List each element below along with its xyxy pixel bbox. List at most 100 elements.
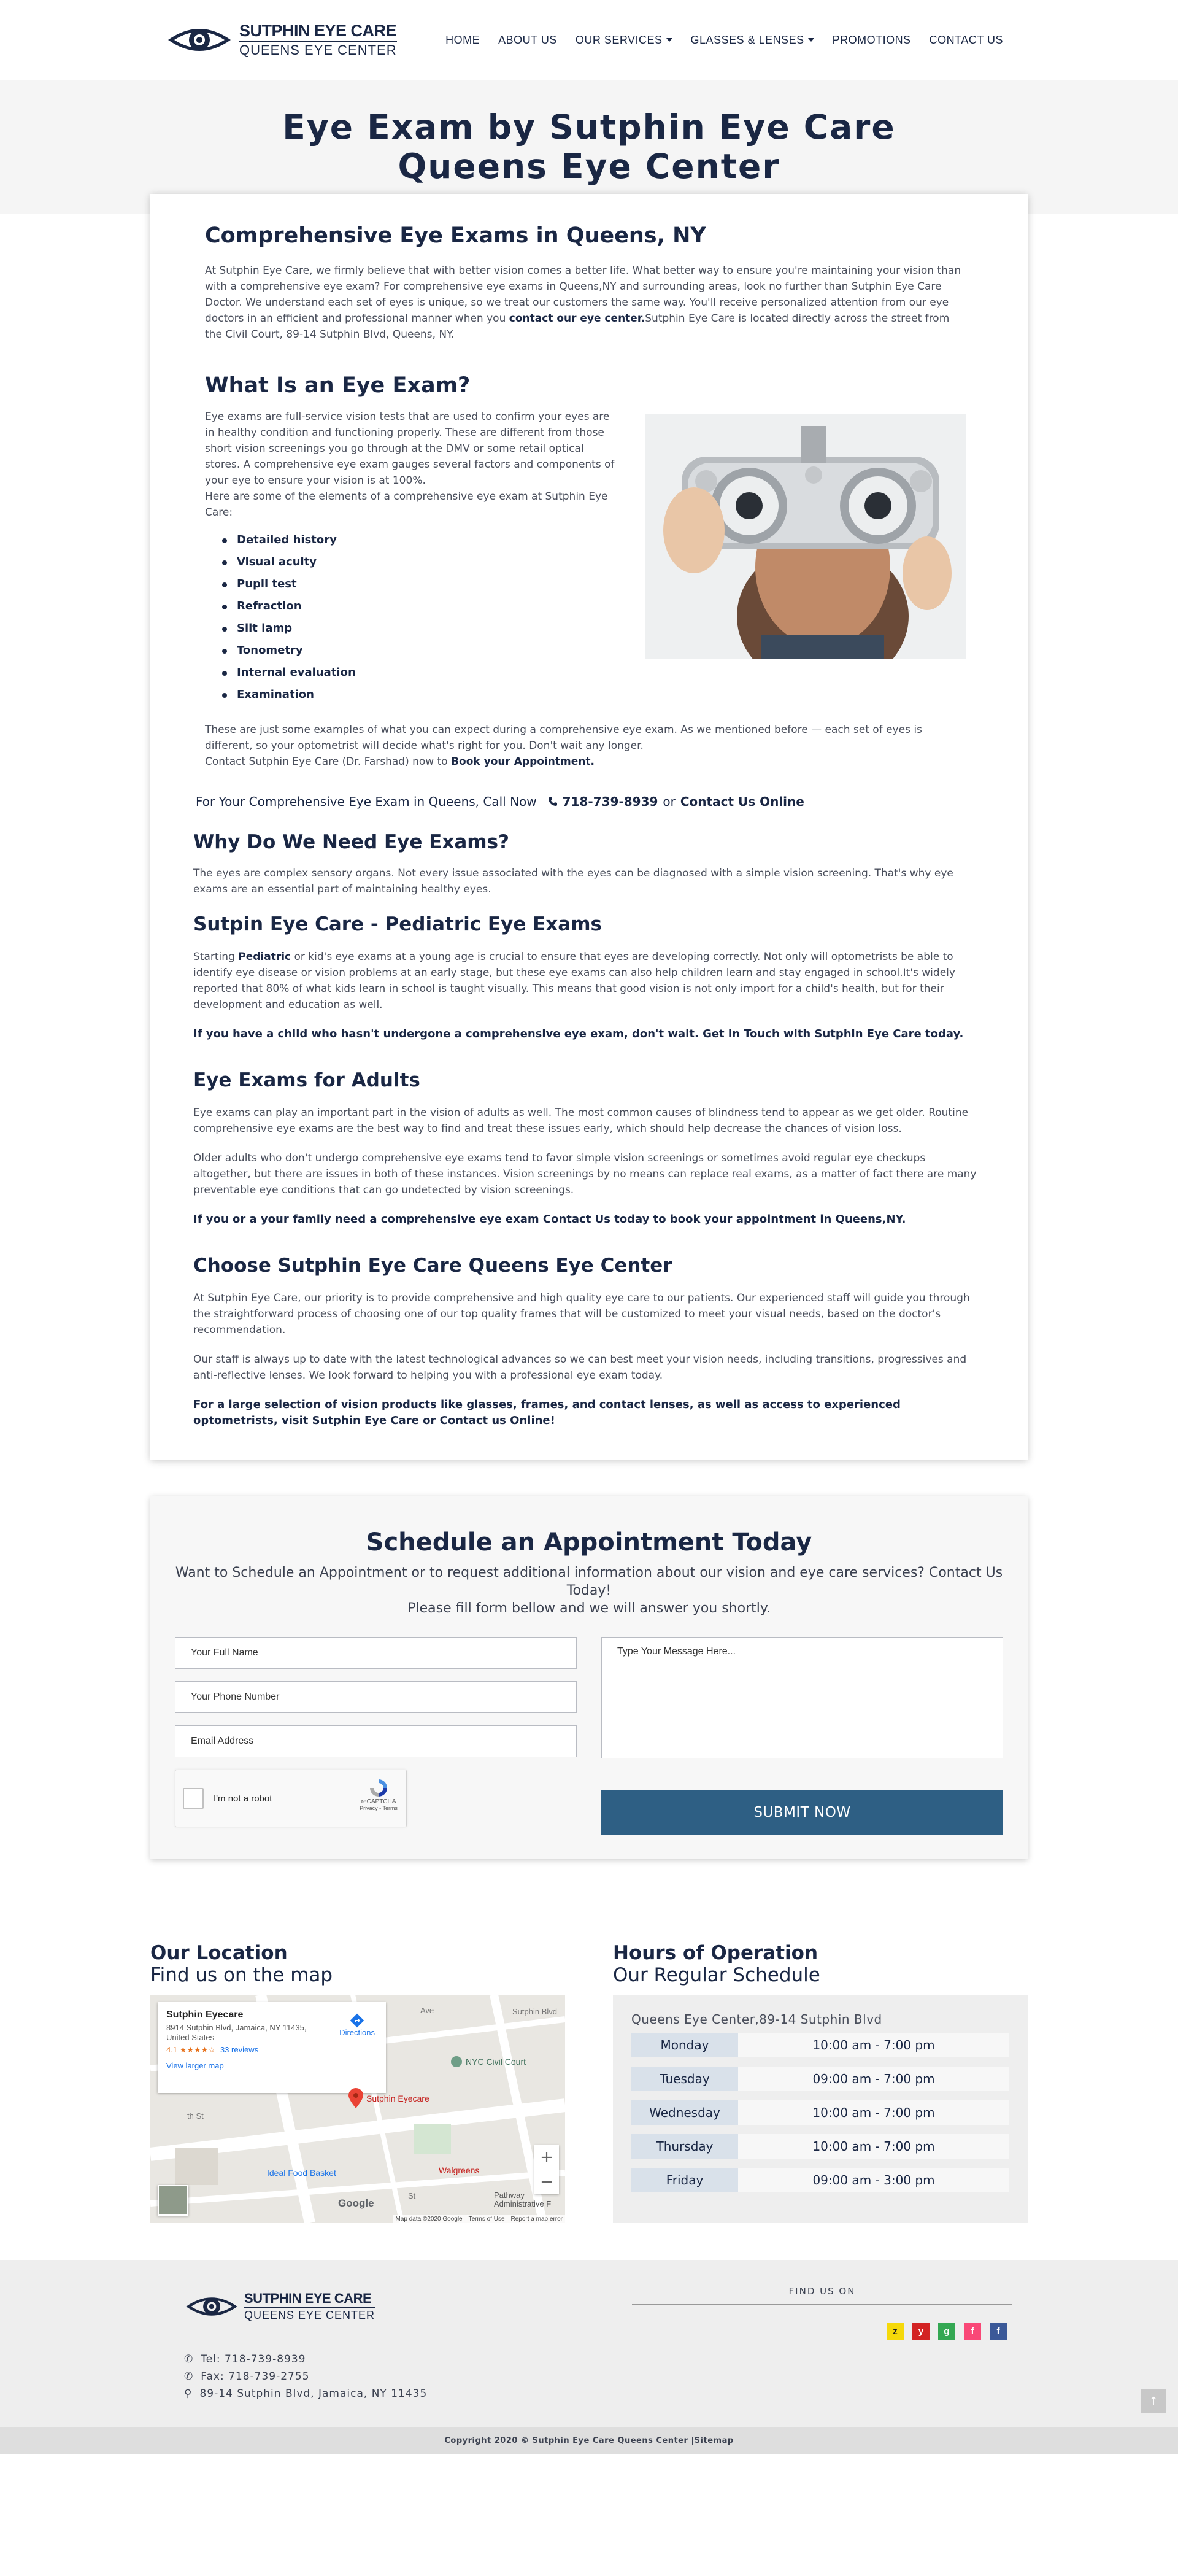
map-marker-icon: ⚲	[184, 2388, 193, 2400]
recaptcha-icon	[370, 1779, 388, 1797]
recaptcha-widget: I'm not a robot reCAPTCHA Privacy - Term…	[175, 1770, 407, 1827]
call-text: For Your Comprehensive Eye Exam in Queen…	[196, 794, 537, 809]
map-report-link[interactable]: Report a map error	[511, 2216, 563, 2222]
list-item: Visual acuity	[205, 551, 622, 573]
caret-down-icon	[807, 38, 814, 42]
what-is-text: Eye exams are full-service vision tests …	[205, 411, 615, 487]
map-reviews-link[interactable]: 33 reviews	[220, 2045, 258, 2054]
nav-home[interactable]: HOME	[445, 34, 480, 47]
map-terms-link[interactable]: Terms of Use	[469, 2216, 505, 2222]
nav-contact-us[interactable]: CONTACT US	[930, 34, 1003, 47]
map-place-address: 8914 Sutphin Blvd, Jamaica, NY 11435, Un…	[166, 2023, 307, 2042]
appointment-form: Your Full Name Your Phone Number Email A…	[175, 1637, 1003, 1835]
hours-row: Tuesday 09:00 am - 7:00 pm	[631, 2067, 1009, 2091]
hours-day: Thursday	[631, 2134, 738, 2159]
map-zoom-controls: + −	[534, 2145, 559, 2194]
message-textarea[interactable]: Type Your Message Here...	[601, 1637, 1003, 1758]
page-title: Eye Exam by Sutphin Eye Care Queens Eye C…	[282, 107, 896, 186]
location-subheading: Find us on the map	[150, 1964, 333, 1986]
hours-day: Wednesday	[631, 2100, 738, 2125]
recaptcha-logo: reCAPTCHA Privacy - Terms	[360, 1777, 398, 1811]
site-logo[interactable]: SUTPHIN EYE CARE QUEENS EYE CENTER	[166, 23, 397, 57]
site-header: SUTPHIN EYE CARE QUEENS EYE CENTER HOME …	[0, 0, 1178, 80]
hours-row: Wednesday 10:00 am - 7:00 pm	[631, 2100, 1009, 2125]
adults-heading: Eye Exams for Adults	[193, 1069, 420, 1091]
hours-time: 09:00 am - 7:00 pm	[812, 2071, 935, 2086]
map-info-card: Sutphin Eyecare 8914 Sutphin Blvd, Jamai…	[158, 2002, 386, 2093]
footer-logo[interactable]: SUTPHIN EYE CARE QUEENS EYE CENTER	[184, 2292, 375, 2321]
nav-glasses-lenses[interactable]: GLASSES & LENSES	[691, 34, 814, 47]
why-text: The eyes are complex sensory organs. Not…	[193, 867, 953, 895]
recaptcha-checkbox[interactable]	[183, 1788, 204, 1809]
directions-button[interactable]: Directions	[339, 2013, 375, 2037]
satellite-toggle[interactable]	[158, 2185, 188, 2216]
hours-location: Queens Eye Center,89-14 Sutphin Blvd	[631, 2012, 882, 2027]
adults-text1: Eye exams can play an important part in …	[193, 1107, 969, 1135]
map-rating: 4.1 ★★★★☆ 33 reviews	[166, 2045, 259, 2054]
email-input[interactable]: Email Address	[175, 1725, 577, 1757]
hours-row: Thursday 10:00 am - 7:00 pm	[631, 2134, 1009, 2159]
choose-cta[interactable]: For a large selection of vision products…	[193, 1397, 985, 1429]
location-heading: Our Location	[150, 1942, 288, 1964]
exam-elements-list: Detailed history Visual acuity Pupil tes…	[205, 529, 622, 706]
copyright-bar[interactable]: Copyright 2020 © Sutphin Eye Care Queens…	[0, 2427, 1178, 2454]
adults-cta[interactable]: If you or a your family need a comprehen…	[193, 1212, 985, 1228]
street-label: th St	[187, 2111, 204, 2121]
google-map[interactable]: Sutphin Eyecare 8914 Sutphin Blvd, Jamai…	[150, 1995, 565, 2223]
ave-label: Ave	[420, 2006, 434, 2015]
ideal-food-basket-label: Ideal Food Basket	[267, 2168, 336, 2178]
what-is-after: These are just some examples of what you…	[205, 724, 922, 752]
footer-tel[interactable]: ✆ Tel: 718-739-8939	[184, 2351, 427, 2368]
contact-online-link[interactable]: Contact Us Online	[680, 794, 804, 809]
adults-text2: Older adults who don't undergo comprehen…	[193, 1152, 977, 1196]
google-logo: Google	[338, 2197, 374, 2209]
choose-text2: Our staff is always up to date with the …	[193, 1353, 967, 1382]
hours-time: 10:00 am - 7:00 pm	[812, 2105, 935, 2120]
back-to-top-button[interactable]: ↑	[1141, 2389, 1166, 2413]
hours-table: Queens Eye Center,89-14 Sutphin Blvd Mon…	[613, 1995, 1028, 2223]
footer-contact: ✆ Tel: 718-739-8939 ✆ Fax: 718-739-2755 ⚲ 8…	[184, 2351, 427, 2402]
appointment-heading: Schedule an Appointment Today	[366, 1528, 812, 1557]
hours-day: Friday	[631, 2168, 738, 2192]
view-larger-map-link[interactable]: View larger map	[166, 2061, 377, 2070]
submit-button[interactable]: SUBMIT NOW	[601, 1790, 1003, 1835]
full-name-input[interactable]: Your Full Name	[175, 1637, 577, 1669]
walgreens-label: Walgreens	[439, 2165, 480, 2175]
nav-about-us[interactable]: ABOUT US	[498, 34, 557, 47]
book-appointment-link[interactable]: Book your Appointment.	[451, 756, 595, 768]
eye-exam-photo	[645, 414, 966, 659]
find-us-heading: FIND US ON	[632, 2286, 1012, 2305]
phone-icon: ✆	[184, 2353, 194, 2365]
map-pin-icon	[348, 2088, 363, 2108]
zoom-in-button[interactable]: +	[534, 2145, 559, 2170]
list-item: Detailed history	[205, 529, 622, 551]
footer-fax: ✆ Fax: 718-739-2755	[184, 2368, 427, 2385]
nav-promotions[interactable]: PROMOTIONS	[833, 34, 911, 47]
hours-day: Tuesday	[631, 2067, 738, 2091]
location-hours-section: Our Location Find us on the map Sutphin …	[150, 1942, 1028, 2260]
fax-icon: ✆	[184, 2370, 194, 2383]
yelp-icon[interactable]: y	[912, 2323, 930, 2340]
contact-eye-center-link[interactable]: contact our eye center.	[509, 312, 645, 325]
choose-text1: At Sutphin Eye Care, our priority is to …	[193, 1292, 970, 1336]
choose-heading: Choose Sutphin Eye Care Queens Eye Cente…	[193, 1255, 672, 1277]
map-pin[interactable]: Sutphin Eyecare	[348, 2088, 429, 2109]
zocdoc-icon[interactable]: z	[887, 2323, 904, 2340]
zoom-out-button[interactable]: −	[534, 2170, 559, 2195]
pediatric-cta[interactable]: If you have a child who hasn't undergone…	[193, 1026, 985, 1042]
phone-link[interactable]: 718-739-8939	[548, 794, 658, 809]
foursquare-icon[interactable]: f	[964, 2323, 981, 2340]
list-item: Slit lamp	[205, 617, 622, 640]
hours-subheading: Our Regular Schedule	[613, 1964, 820, 1986]
directions-icon	[350, 2013, 364, 2028]
google-maps-icon[interactable]: g	[938, 2323, 955, 2340]
call-now-line: For Your Comprehensive Eye Exam in Queen…	[193, 794, 985, 809]
nav-our-services[interactable]: OUR SERVICES	[576, 34, 672, 47]
facebook-icon[interactable]: f	[990, 2323, 1007, 2340]
landmark-icon	[451, 2056, 462, 2067]
list-item: Examination	[205, 684, 622, 706]
list-item: Pupil test	[205, 573, 622, 595]
recaptcha-label: I'm not a robot	[214, 1793, 272, 1804]
phone-input[interactable]: Your Phone Number	[175, 1681, 577, 1713]
list-item: Internal evaluation	[205, 662, 622, 684]
